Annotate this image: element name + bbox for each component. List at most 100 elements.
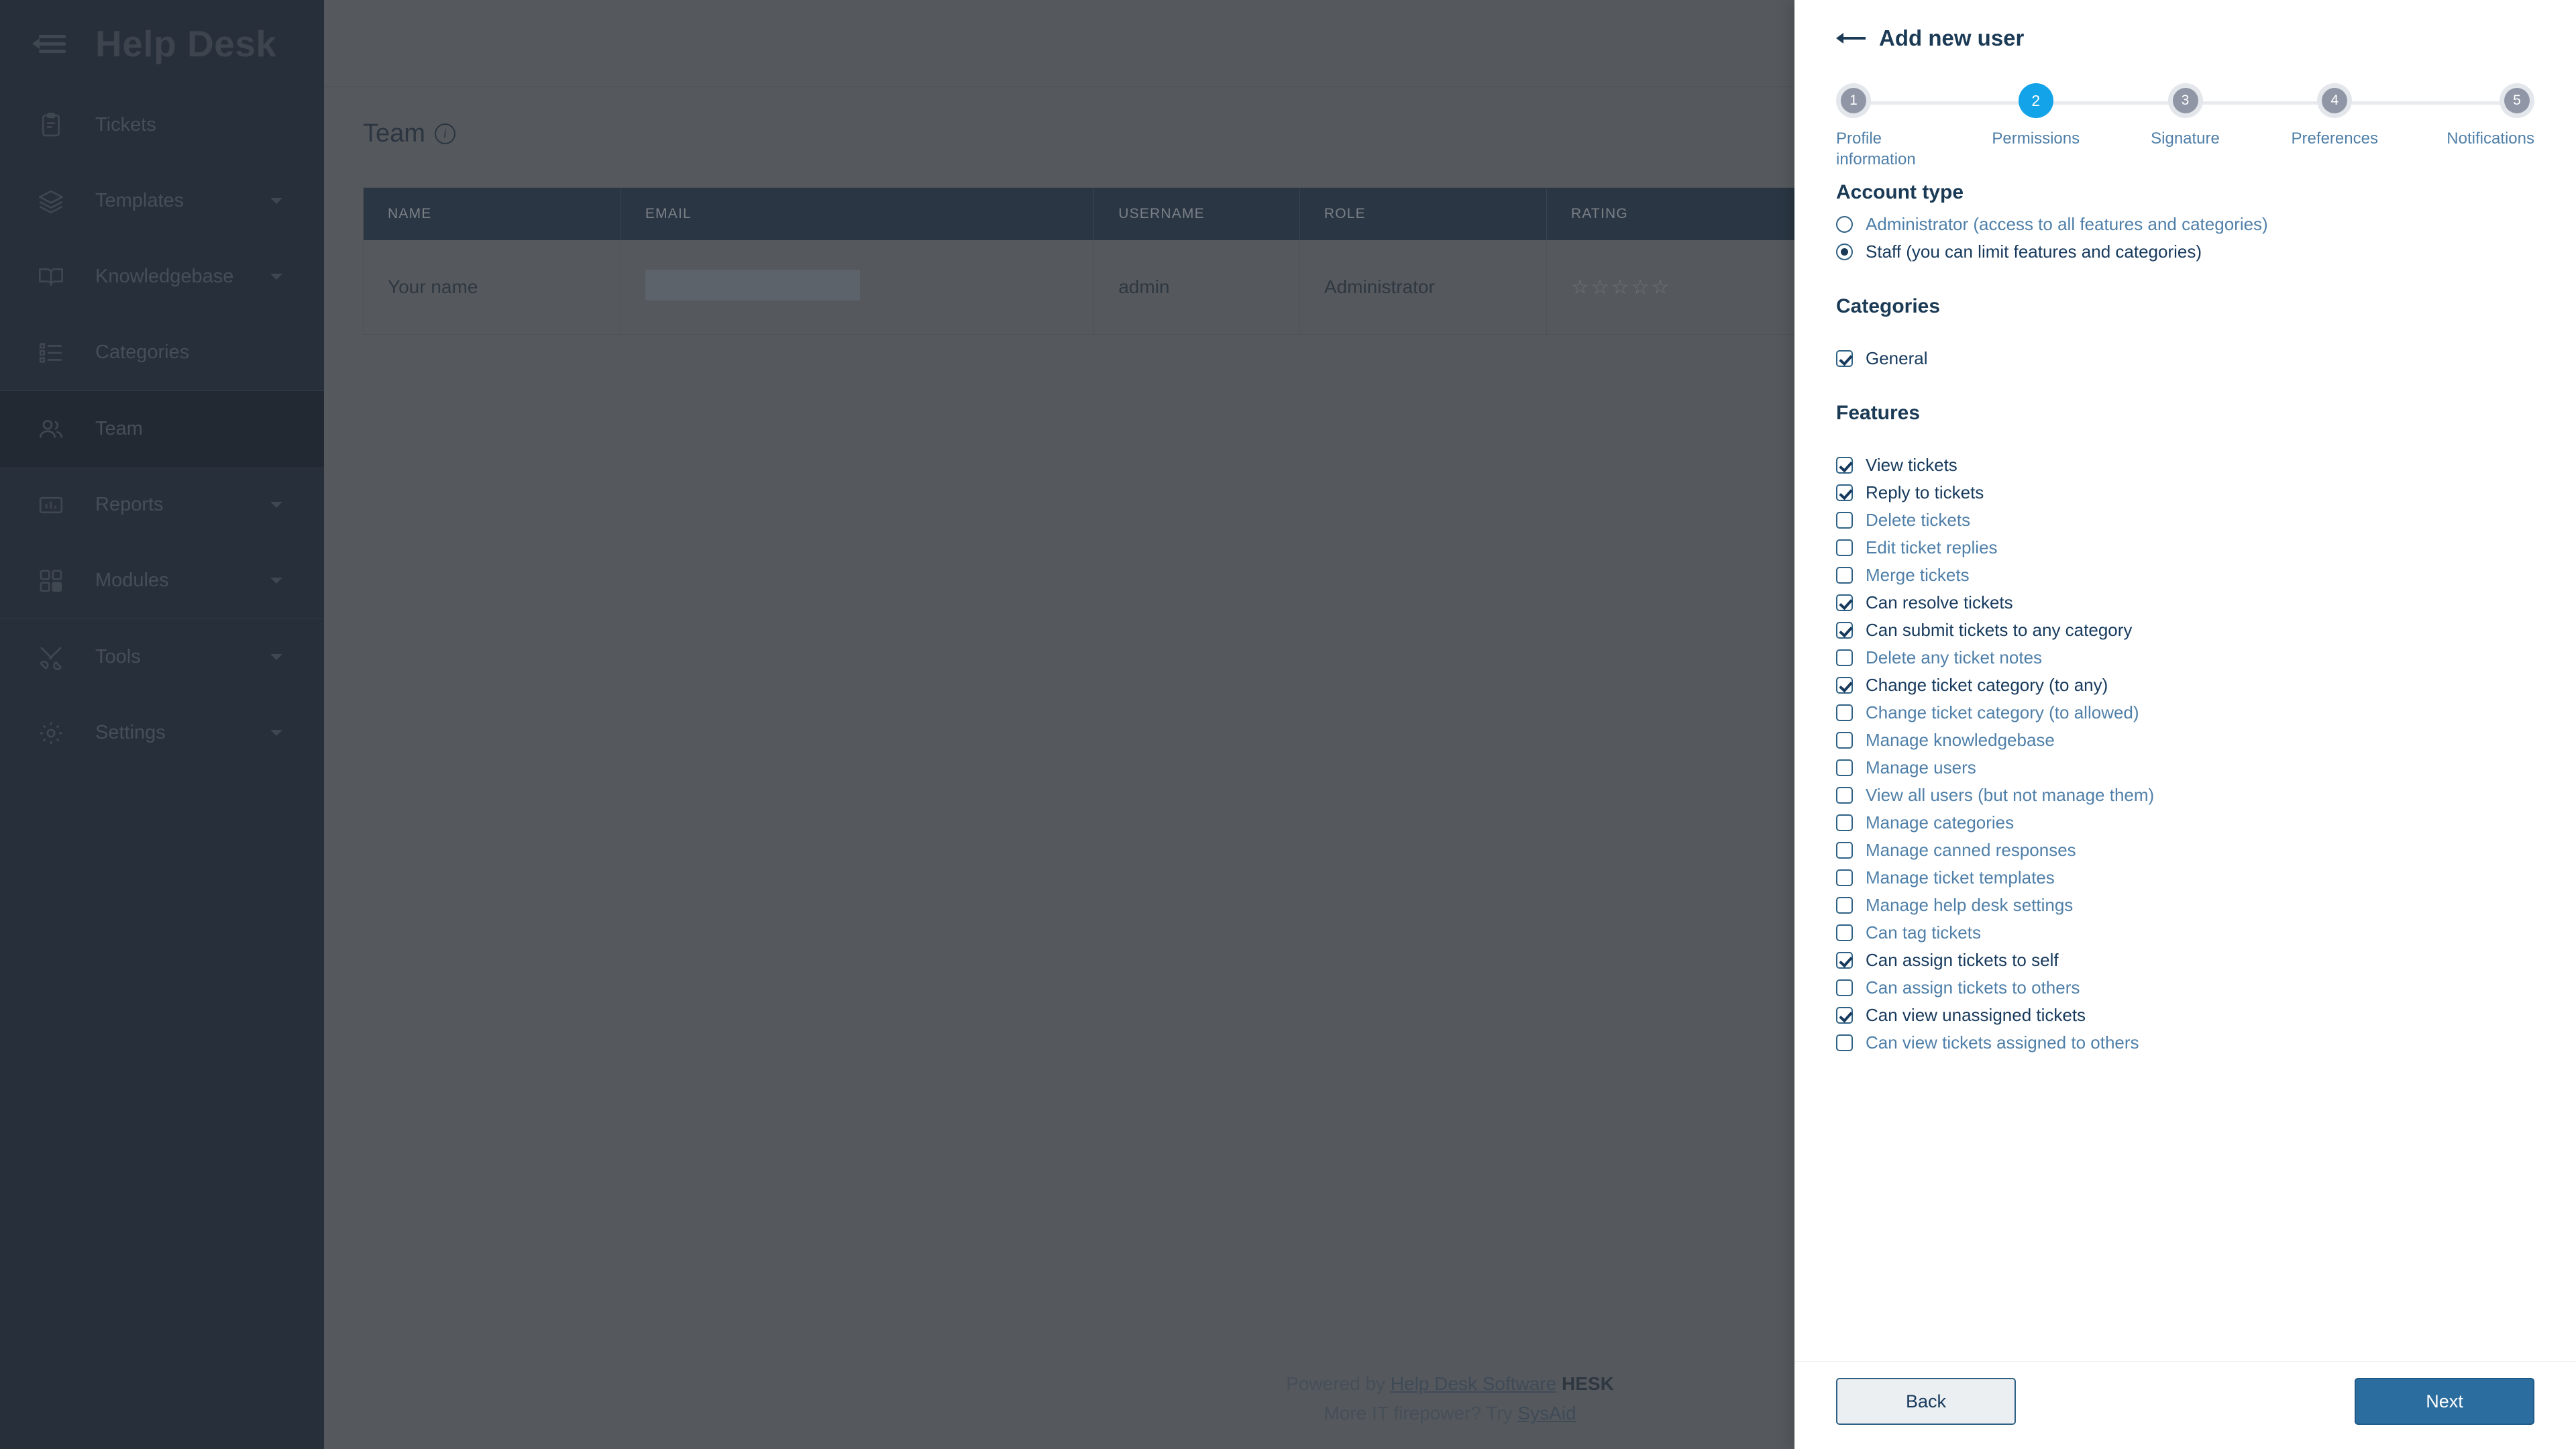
column-header-username[interactable]: USERNAME bbox=[1093, 188, 1300, 240]
sidebar-item-label: Settings bbox=[95, 722, 166, 743]
step-notifications[interactable]: 5 Notifications bbox=[2434, 83, 2534, 170]
checkbox[interactable] bbox=[1836, 594, 1853, 611]
categories-options: General bbox=[1836, 345, 2534, 372]
account-type-administrator-access-to-all-features-and-categories[interactable]: Administrator (access to all features an… bbox=[1836, 211, 2534, 238]
checkbox[interactable] bbox=[1836, 732, 1853, 749]
feature-manage-categories[interactable]: Manage categories bbox=[1836, 809, 2534, 837]
brand-title: Help Desk bbox=[95, 23, 277, 64]
option-label: Reply to tickets bbox=[1866, 482, 1984, 502]
step-marker: 4 bbox=[2317, 83, 2353, 118]
account-type-staff-you-can-limit-features-and-categories[interactable]: Staff (you can limit features and catego… bbox=[1836, 238, 2534, 266]
step-number: 1 bbox=[1841, 88, 1866, 113]
checkbox[interactable] bbox=[1836, 952, 1853, 969]
panel-header: Add new user bbox=[1794, 0, 2576, 51]
column-header-role[interactable]: ROLE bbox=[1299, 188, 1547, 240]
back-arrow-icon[interactable] bbox=[1836, 30, 1866, 47]
feature-merge-tickets[interactable]: Merge tickets bbox=[1836, 561, 2534, 589]
feature-delete-tickets[interactable]: Delete tickets bbox=[1836, 506, 2534, 534]
radio-button[interactable] bbox=[1836, 244, 1853, 260]
collapse-menu-icon[interactable] bbox=[32, 29, 70, 58]
sidebar-item-knowledgebase[interactable]: Knowledgebase bbox=[0, 239, 324, 315]
checkbox[interactable] bbox=[1836, 567, 1853, 584]
category-general[interactable]: General bbox=[1836, 345, 2534, 372]
feature-edit-ticket-replies[interactable]: Edit ticket replies bbox=[1836, 534, 2534, 561]
feature-manage-ticket-templates[interactable]: Manage ticket templates bbox=[1836, 864, 2534, 892]
option-label: Administrator (access to all features an… bbox=[1866, 214, 2268, 234]
checkbox[interactable] bbox=[1836, 539, 1853, 556]
feature-can-view-unassigned-tickets[interactable]: Can view unassigned tickets bbox=[1836, 1002, 2534, 1029]
feature-change-ticket-category-to-allowed[interactable]: Change ticket category (to allowed) bbox=[1836, 699, 2534, 727]
feature-can-submit-tickets-to-any-category[interactable]: Can submit tickets to any category bbox=[1836, 616, 2534, 644]
sidebar: Help Desk Tickets Templates Knowledgebase C… bbox=[0, 0, 324, 1449]
help-desk-software-link[interactable]: Help Desk Software bbox=[1391, 1373, 1556, 1394]
feature-delete-any-ticket-notes[interactable]: Delete any ticket notes bbox=[1836, 644, 2534, 672]
feature-view-tickets[interactable]: View tickets bbox=[1836, 451, 2534, 479]
chevron-down-icon bbox=[270, 274, 282, 280]
checkbox[interactable] bbox=[1836, 484, 1853, 501]
checkbox[interactable] bbox=[1836, 759, 1853, 776]
column-header-name[interactable]: NAME bbox=[364, 188, 621, 240]
checkbox[interactable] bbox=[1836, 677, 1853, 694]
features-options: View tickets Reply to tickets Delete ticke… bbox=[1836, 451, 2534, 1057]
feature-manage-users[interactable]: Manage users bbox=[1836, 754, 2534, 782]
step-permissions[interactable]: 2 Permissions bbox=[1986, 83, 2086, 170]
radio-button[interactable] bbox=[1836, 216, 1853, 233]
sidebar-item-tickets[interactable]: Tickets bbox=[0, 87, 324, 163]
feature-can-assign-tickets-to-others[interactable]: Can assign tickets to others bbox=[1836, 974, 2534, 1002]
checkbox[interactable] bbox=[1836, 350, 1853, 367]
sidebar-item-settings[interactable]: Settings bbox=[0, 695, 324, 771]
feature-can-assign-tickets-to-self[interactable]: Can assign tickets to self bbox=[1836, 947, 2534, 974]
sidebar-item-templates[interactable]: Templates bbox=[0, 163, 324, 239]
checkbox[interactable] bbox=[1836, 512, 1853, 529]
feature-manage-knowledgebase[interactable]: Manage knowledgebase bbox=[1836, 727, 2534, 754]
option-label: General bbox=[1866, 348, 1928, 368]
checkbox[interactable] bbox=[1836, 842, 1853, 859]
step-profile-information[interactable]: 1 Profile information bbox=[1836, 83, 1937, 170]
checkbox[interactable] bbox=[1836, 787, 1853, 804]
sidebar-item-modules[interactable]: Modules bbox=[0, 543, 324, 619]
checkbox[interactable] bbox=[1836, 814, 1853, 831]
option-label: Manage categories bbox=[1866, 812, 2015, 833]
next-button[interactable]: Next bbox=[2355, 1378, 2534, 1425]
feature-reply-to-tickets[interactable]: Reply to tickets bbox=[1836, 479, 2534, 506]
feature-change-ticket-category-to-any[interactable]: Change ticket category (to any) bbox=[1836, 672, 2534, 699]
feature-can-resolve-tickets[interactable]: Can resolve tickets bbox=[1836, 589, 2534, 616]
sidebar-item-categories[interactable]: Categories bbox=[0, 315, 324, 390]
chevron-down-icon bbox=[270, 730, 282, 736]
sidebar-item-team[interactable]: Team bbox=[0, 391, 324, 467]
checkbox[interactable] bbox=[1836, 1034, 1853, 1051]
more-prefix: More IT firepower? Try bbox=[1324, 1402, 1518, 1424]
sidebar-item-reports[interactable]: Reports bbox=[0, 467, 324, 543]
info-icon[interactable]: i bbox=[434, 123, 455, 144]
feature-can-view-tickets-assigned-to-others[interactable]: Can view tickets assigned to others bbox=[1836, 1029, 2534, 1057]
feature-view-all-users-but-not-manage-them[interactable]: View all users (but not manage them) bbox=[1836, 782, 2534, 809]
column-header-rating[interactable]: RATING bbox=[1546, 188, 1825, 240]
option-label: Can resolve tickets bbox=[1866, 592, 2013, 612]
column-header-email[interactable]: EMAIL bbox=[621, 188, 1095, 240]
feature-can-tag-tickets[interactable]: Can tag tickets bbox=[1836, 919, 2534, 947]
checkbox[interactable] bbox=[1836, 649, 1853, 666]
feature-manage-help-desk-settings[interactable]: Manage help desk settings bbox=[1836, 892, 2534, 919]
checkbox[interactable] bbox=[1836, 622, 1853, 639]
step-marker: 1 bbox=[1836, 83, 1871, 118]
checkbox[interactable] bbox=[1836, 897, 1853, 914]
chevron-down-icon bbox=[270, 578, 282, 584]
back-button[interactable]: Back bbox=[1836, 1378, 2016, 1425]
option-label: Can assign tickets to others bbox=[1866, 977, 2080, 998]
step-label: Permissions bbox=[1992, 129, 2080, 148]
step-marker: 5 bbox=[2500, 83, 2534, 118]
feature-manage-canned-responses[interactable]: Manage canned responses bbox=[1836, 837, 2534, 864]
step-number: 5 bbox=[2504, 88, 2530, 113]
checkbox[interactable] bbox=[1836, 869, 1853, 886]
sidebar-item-tools[interactable]: Tools bbox=[0, 619, 324, 695]
checkbox[interactable] bbox=[1836, 924, 1853, 941]
step-preferences[interactable]: 4 Preferences bbox=[2284, 83, 2385, 170]
checkbox[interactable] bbox=[1836, 1007, 1853, 1024]
sysaid-link[interactable]: SysAid bbox=[1517, 1403, 1576, 1424]
checkbox[interactable] bbox=[1836, 979, 1853, 996]
add-user-panel: Add new user 1 Profile information 2 Permis… bbox=[1794, 0, 2576, 1449]
checkbox[interactable] bbox=[1836, 704, 1853, 721]
option-label: Delete tickets bbox=[1866, 510, 1971, 530]
step-signature[interactable]: 3 Signature bbox=[2135, 83, 2236, 170]
checkbox[interactable] bbox=[1836, 457, 1853, 474]
